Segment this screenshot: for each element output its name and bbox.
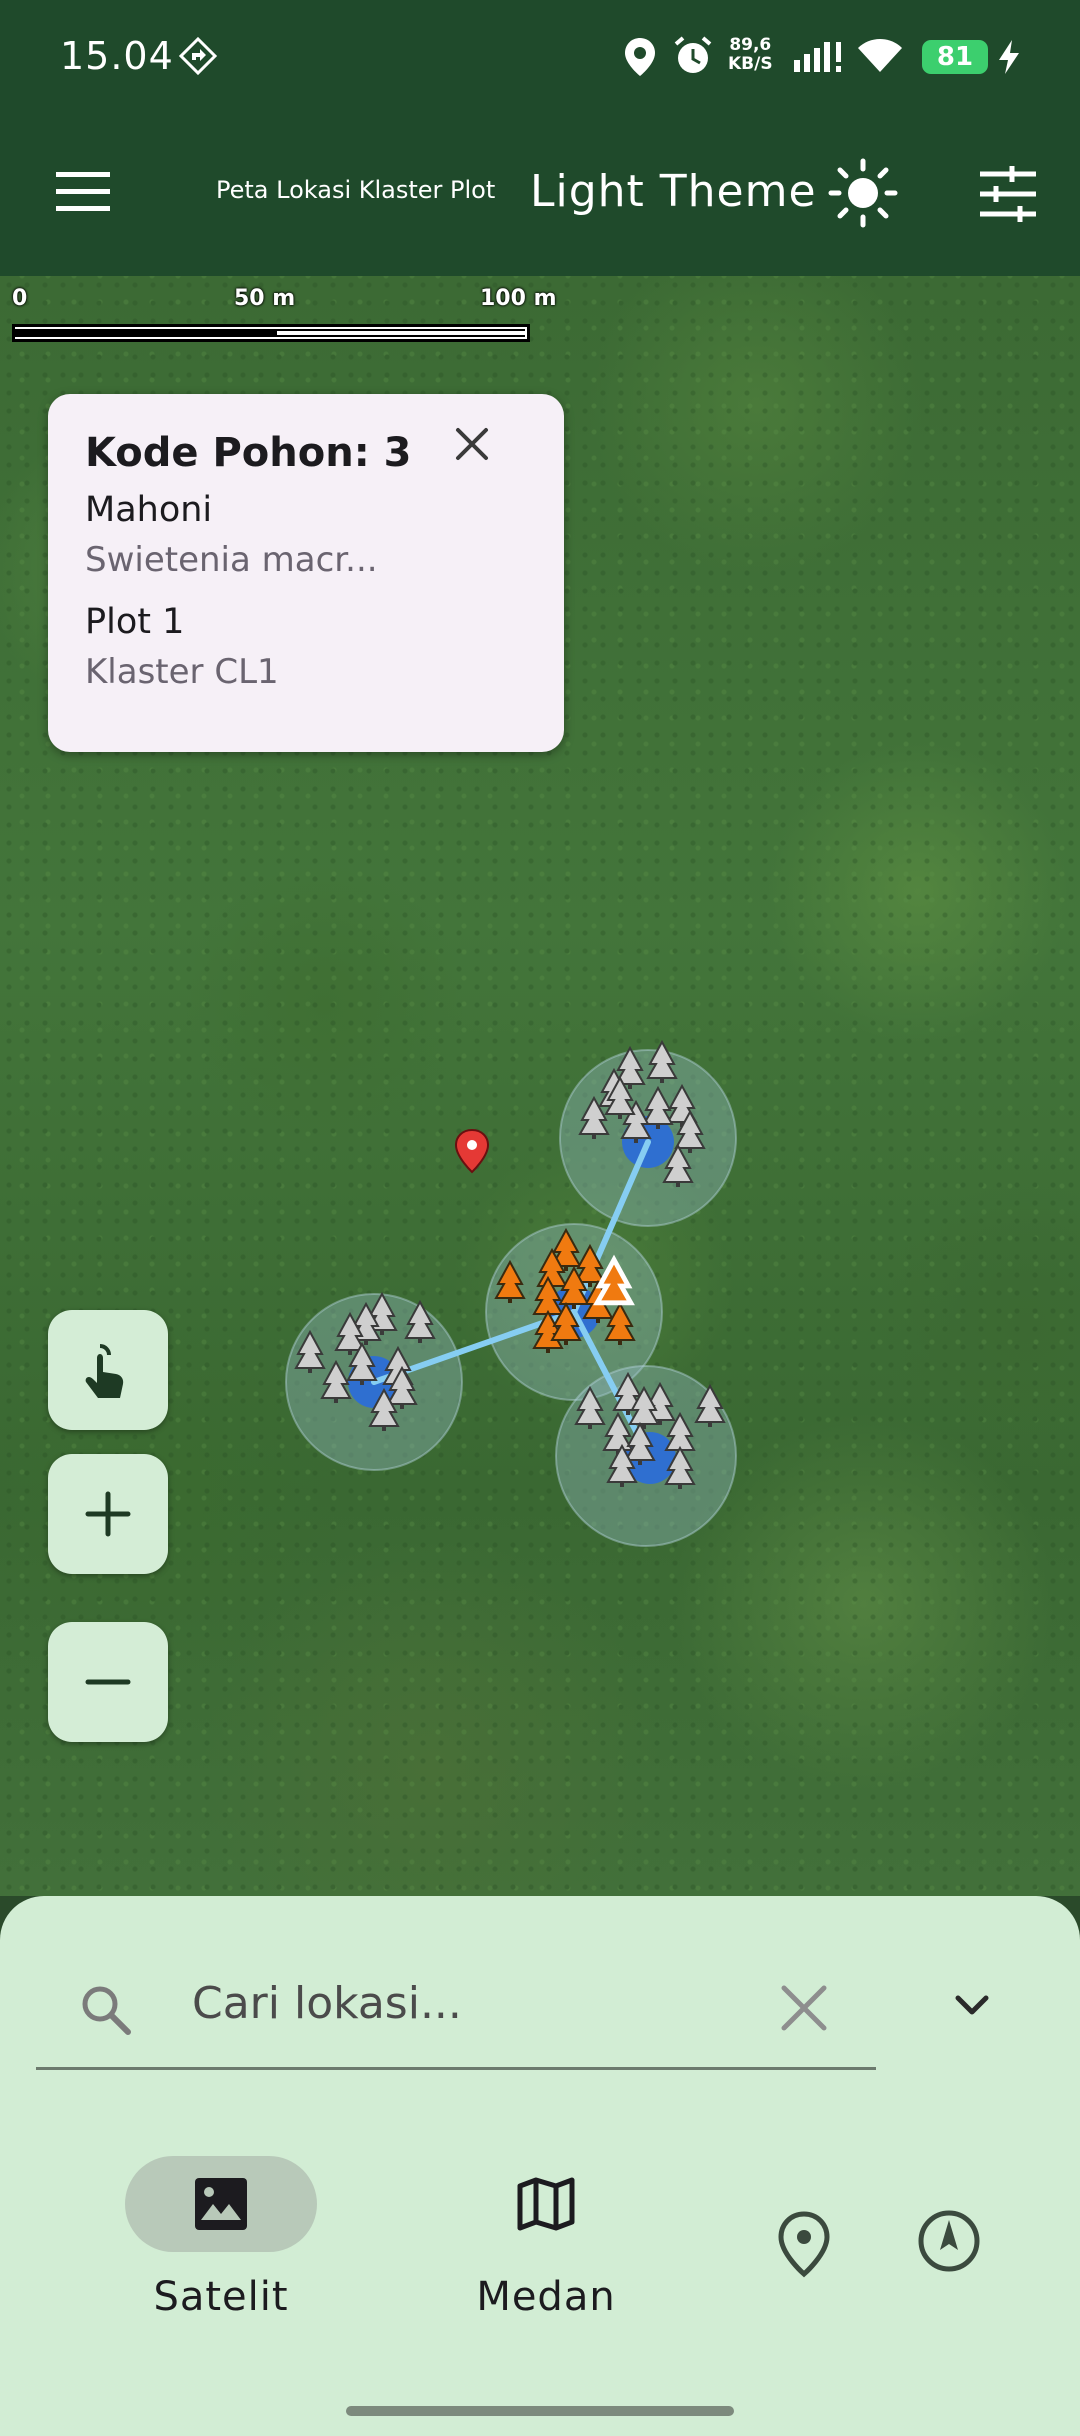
search-icon (76, 1980, 136, 2044)
mode-satelit-button[interactable]: Satelit (125, 2156, 317, 2320)
compass-icon[interactable] (914, 2206, 984, 2280)
tree-info-popup: Kode Pohon: 3 Mahoni Swietenia macr... P… (48, 394, 564, 752)
tree-plot: Plot 1 (85, 602, 185, 642)
scale-bar: 0 50 m 100 m (12, 286, 572, 356)
chevron-down-icon[interactable] (948, 1982, 996, 2034)
scale-tick-100: 100 m (480, 286, 557, 311)
search-input[interactable] (192, 1958, 752, 2048)
minus-icon (85, 1679, 131, 1685)
tree-code-title: Kode Pohon: 3 (85, 430, 412, 476)
mode-satelit-pill (125, 2156, 317, 2252)
scale-tick-50: 50 m (234, 286, 296, 311)
scale-tick-0: 0 (12, 286, 28, 311)
mode-medan-label: Medan (476, 2274, 616, 2320)
zoom-in-button[interactable] (48, 1454, 168, 1574)
scale-bar-graphic (12, 324, 530, 342)
search-bar (36, 1940, 876, 2070)
close-icon (456, 428, 488, 460)
image-icon (195, 2178, 247, 2230)
tree-cluster: Klaster CL1 (85, 652, 279, 692)
home-indicator[interactable] (346, 2406, 734, 2416)
map-icon (517, 2177, 575, 2231)
mode-medan-pill (450, 2156, 642, 2252)
tree-common-name: Mahoni (85, 490, 213, 530)
plus-icon (85, 1491, 131, 1537)
touch-icon (85, 1344, 124, 1398)
red-location-marker[interactable] (454, 1128, 490, 1174)
location-pin-icon[interactable] (774, 2210, 834, 2284)
mode-medan-button[interactable]: Medan (450, 2156, 642, 2320)
clear-icon[interactable] (778, 1982, 830, 2038)
zoom-out-button[interactable] (48, 1622, 168, 1742)
popup-close-button[interactable] (440, 412, 504, 476)
mode-satelit-label: Satelit (153, 2274, 289, 2320)
tree-scientific-name: Swietenia macr... (85, 540, 378, 580)
touch-mode-button[interactable] (48, 1310, 168, 1430)
